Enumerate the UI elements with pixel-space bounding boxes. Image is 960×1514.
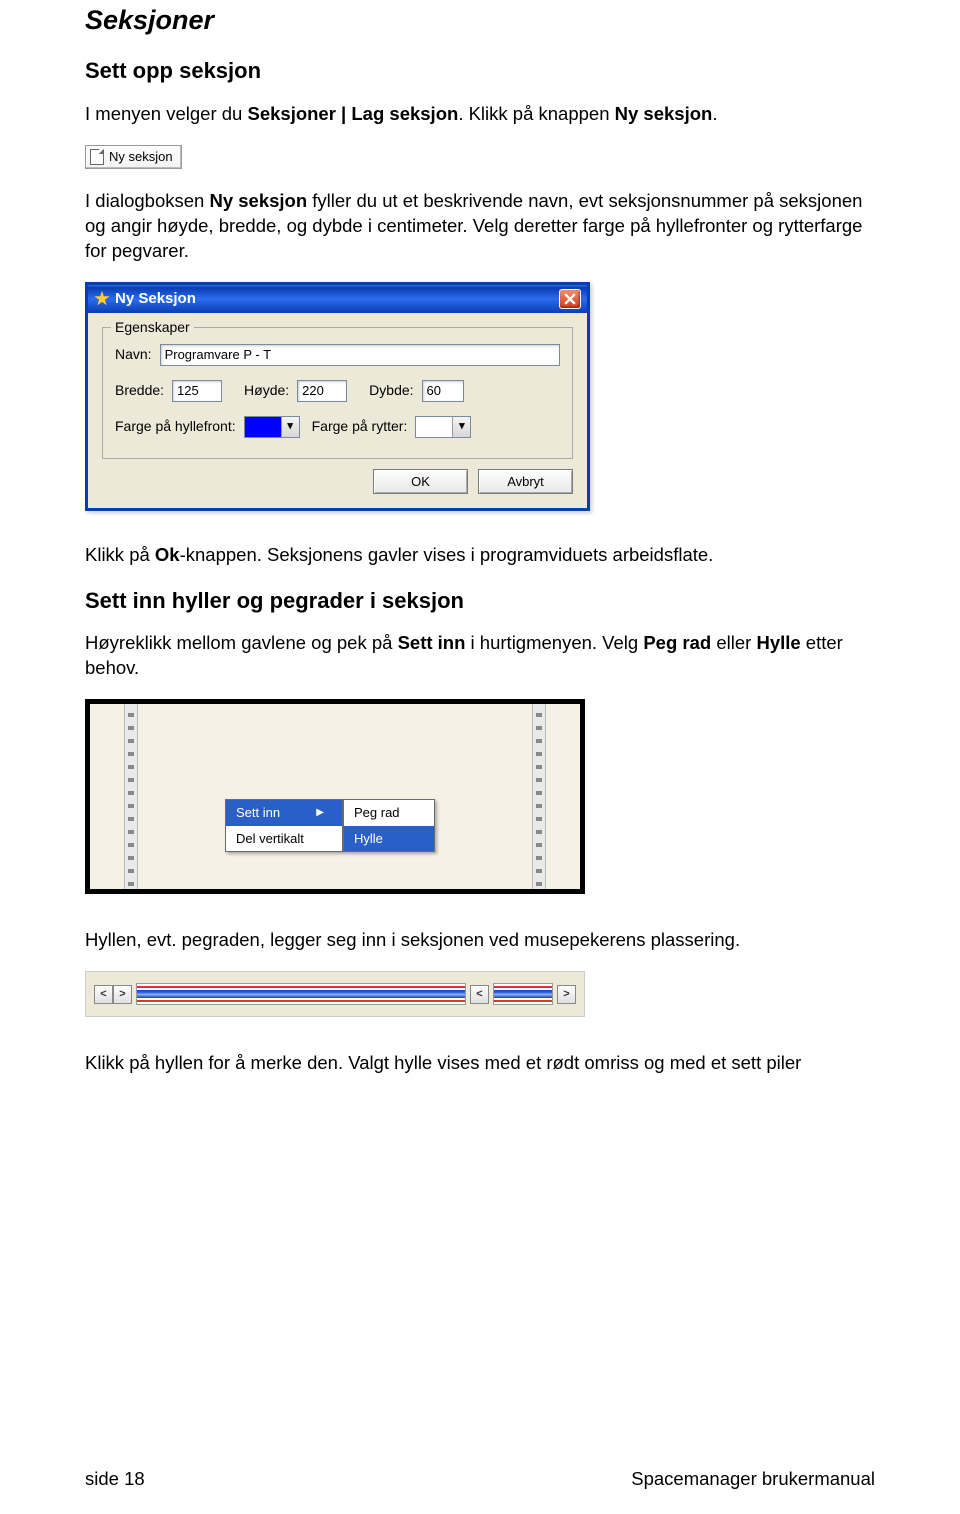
color-swatch: [416, 417, 452, 437]
menu-label: Sett inn: [236, 804, 280, 822]
star-icon: [94, 291, 110, 307]
ny-seksjon-button[interactable]: Ny seksjon: [85, 145, 182, 169]
menu-item-delvertikalt[interactable]: Del vertikalt: [226, 826, 342, 852]
dialog-titlebar: Ny Seksjon: [88, 285, 587, 313]
hyllefront-color-picker[interactable]: ▾: [244, 416, 300, 438]
navn-input[interactable]: [160, 344, 560, 366]
hoyde-label: Høyde:: [244, 381, 289, 400]
dybde-input[interactable]: [422, 380, 464, 402]
shelf-track-small: [493, 983, 553, 1005]
navn-label: Navn:: [115, 345, 152, 364]
hylle-ref: Hylle: [756, 632, 800, 653]
text: i hurtigmenyen. Velg: [465, 632, 643, 653]
shelf-outline: [494, 986, 552, 988]
hoyde-input[interactable]: [297, 380, 347, 402]
text: Klikk på: [85, 544, 155, 565]
shelf-outline: [137, 1000, 465, 1002]
text: -knappen. Seksjonens gavler vises i prog…: [180, 544, 714, 565]
section-heading-1: Sett opp seksjon: [85, 56, 875, 86]
text: eller: [711, 632, 756, 653]
menu-label: Peg rad: [354, 804, 400, 822]
close-button[interactable]: [559, 289, 581, 309]
context-submenu: Peg rad Hylle: [343, 799, 435, 852]
text: .: [712, 103, 717, 124]
menu-item-hylle[interactable]: Hylle: [344, 826, 434, 852]
placement-note: Hyllen, evt. pegraden, legger seg inn i …: [85, 928, 875, 953]
properties-group: Egenskaper Navn: Bredde: Høyde: Dybde: F…: [102, 327, 573, 459]
chevron-right-icon: ▶: [316, 806, 324, 820]
section-heading-2: Sett inn hyller og pegrader i seksjon: [85, 586, 875, 616]
rytter-color-label: Farge på rytter:: [312, 417, 408, 436]
shelf-context-figure: Sett inn ▶ Del vertikalt Peg rad Hylle: [85, 699, 585, 894]
dybde-label: Dybde:: [369, 381, 413, 400]
ny-seksjon-dialog: Ny Seksjon Egenskaper Navn: Bredde: Høyd…: [85, 282, 590, 511]
page-number: side 18: [85, 1467, 145, 1492]
color-swatch: [245, 417, 281, 437]
bredde-input[interactable]: [172, 380, 222, 402]
menu-label: Hylle: [354, 830, 383, 848]
shelf-body: [137, 990, 465, 998]
scroll-left-button[interactable]: <: [470, 985, 489, 1004]
dialog-description: I dialogboksen Ny seksjon fyller du ut e…: [85, 189, 875, 264]
rytter-color-picker[interactable]: ▾: [415, 416, 471, 438]
scroll-right-button[interactable]: >: [113, 985, 132, 1004]
text: Høyreklikk mellom gavlene og pek på: [85, 632, 398, 653]
shelf-track: [136, 983, 466, 1005]
select-shelf-note: Klikk på hyllen for å merke den. Valgt h…: [85, 1051, 875, 1076]
pegrad-ref: Peg rad: [643, 632, 711, 653]
hyllefront-color-label: Farge på hyllefront:: [115, 417, 236, 436]
shelf-rail: [124, 704, 138, 889]
chevron-down-icon: ▾: [281, 417, 299, 437]
menu-label: Del vertikalt: [236, 830, 304, 848]
cancel-button[interactable]: Avbryt: [478, 469, 573, 494]
menu-path: Seksjoner | Lag seksjon: [247, 103, 458, 124]
button-label: Ny seksjon: [109, 148, 173, 166]
manual-title: Spacemanager brukermanual: [631, 1467, 875, 1492]
close-icon: [564, 293, 576, 305]
ok-button[interactable]: OK: [373, 469, 468, 494]
group-legend: Egenskaper: [111, 318, 194, 337]
rightclick-instruction: Høyreklikk mellom gavlene og pek på Sett…: [85, 631, 875, 681]
text: . Klikk på knappen: [458, 103, 614, 124]
menu-item-settinn[interactable]: Sett inn ▶: [226, 800, 342, 826]
dialog-ref: Ny seksjon: [209, 190, 307, 211]
context-menu: Sett inn ▶ Del vertikalt: [225, 799, 343, 852]
text: I menyen velger du: [85, 103, 247, 124]
bredde-label: Bredde:: [115, 381, 164, 400]
shelf-slider-figure: < > < >: [85, 971, 585, 1017]
intro-paragraph: I menyen velger du Seksjoner | Lag seksj…: [85, 102, 875, 127]
shelf-body: [494, 990, 552, 998]
settinn-ref: Sett inn: [398, 632, 466, 653]
scroll-right-button[interactable]: >: [557, 985, 576, 1004]
ok-instruction: Klikk på Ok-knappen. Seksjonens gavler v…: [85, 543, 875, 568]
chevron-down-icon: ▾: [452, 417, 470, 437]
shelf-outline: [494, 1000, 552, 1002]
dialog-title: Ny Seksjon: [115, 289, 196, 309]
shelf-outline: [137, 986, 465, 988]
ok-ref: Ok: [155, 544, 180, 565]
page-title: Seksjoner: [85, 0, 875, 38]
document-icon: [90, 149, 104, 165]
scroll-left-button[interactable]: <: [94, 985, 113, 1004]
text: I dialogboksen: [85, 190, 209, 211]
page-footer: side 18 Spacemanager brukermanual: [85, 1467, 875, 1492]
button-ref: Ny seksjon: [615, 103, 713, 124]
menu-item-pegrad[interactable]: Peg rad: [344, 800, 434, 826]
shelf-rail: [532, 704, 546, 889]
